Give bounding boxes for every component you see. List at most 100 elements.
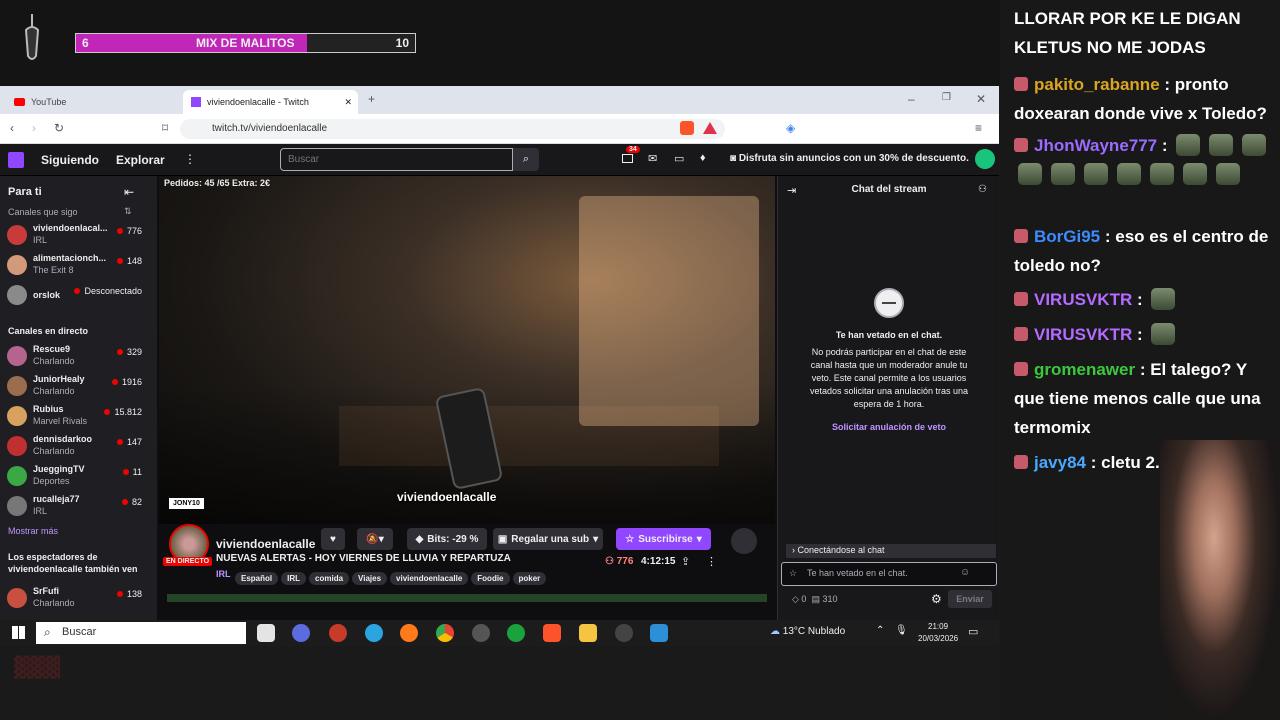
follow-heart-icon[interactable]: ♥	[321, 528, 345, 550]
reload-icon[interactable]: ↻	[54, 121, 64, 135]
stream-tag[interactable]: Español	[235, 572, 279, 585]
stream-tag[interactable]: Viajes	[352, 572, 388, 585]
notifications-bell-icon[interactable]: 🔕▾	[357, 528, 393, 550]
show-more-link[interactable]: Mostrar más	[8, 526, 58, 536]
chat-icon[interactable]: ▭	[674, 152, 684, 165]
hype-icon[interactable]	[731, 528, 757, 554]
chat-username: BorGi95	[1034, 227, 1101, 246]
channel-points[interactable]: ◇ 0 ▤ 310	[792, 594, 837, 605]
new-tab-icon[interactable]: +	[368, 92, 375, 106]
users-icon[interactable]: ⚇	[978, 184, 987, 195]
sort-icon[interactable]: ⇅	[124, 206, 132, 217]
forward-icon[interactable]: ›	[32, 121, 36, 135]
app-icon[interactable]	[292, 624, 310, 642]
share-icon[interactable]: ⇪	[681, 555, 690, 568]
chat-input[interactable]: ☆ Te han vetado en el chat. ☺	[781, 562, 997, 586]
file-explorer-icon[interactable]	[579, 624, 597, 642]
sidebar-channel[interactable]: JuniorHealy Charlando 1916	[7, 372, 142, 402]
badge-icon	[1014, 292, 1028, 306]
stream-tag[interactable]: IRL	[281, 572, 307, 585]
sidebar-channel[interactable]: JueggingTV Deportes 11	[7, 462, 142, 492]
sidebar-channel[interactable]: SrFufi Charlando 138	[7, 584, 142, 614]
stream-tag[interactable]: comida	[309, 572, 350, 585]
notifications-icon[interactable]: ▭	[968, 625, 978, 638]
stream-tag[interactable]: poker	[512, 572, 547, 585]
tray-chevron-icon[interactable]: ⌃	[876, 625, 884, 636]
twitch-logo-icon[interactable]	[8, 152, 24, 168]
search-icon[interactable]: ⌕	[513, 148, 539, 171]
channel-name[interactable]: viviendoenlacalle	[216, 537, 315, 551]
unban-request-link[interactable]: Solicitar anulación de veto	[778, 422, 1000, 432]
sidebar-channel[interactable]: viviendoenlacal... IRL 776	[7, 221, 142, 251]
search-input[interactable]	[280, 148, 513, 171]
more-options-icon[interactable]: ⋮	[184, 152, 196, 166]
channel-category: The Exit 8	[33, 265, 74, 275]
obs-icon[interactable]	[615, 624, 633, 642]
stream-category[interactable]: IRL	[216, 569, 231, 579]
windows-start-icon[interactable]	[12, 626, 25, 639]
media-player-icon[interactable]	[472, 624, 490, 642]
bits-button[interactable]: ◆ Bits: -29 %	[407, 528, 487, 550]
nav-following[interactable]: Siguiendo	[41, 153, 99, 167]
firefox-icon[interactable]	[400, 624, 418, 642]
nav-explore[interactable]: Explorar	[116, 153, 165, 167]
telegram-icon[interactable]	[365, 624, 383, 642]
url-field[interactable]: twitch.tv/viviendoenlacalle	[180, 119, 725, 139]
menu-icon[interactable]: ≡	[975, 121, 982, 135]
mail-icon[interactable]: ✉	[648, 152, 657, 165]
stream-info: ♥ 🔕▾ ◆ Bits: -29 % ▣ Regalar una sub ▾ ☆…	[159, 524, 775, 620]
app-icon[interactable]	[329, 624, 347, 642]
sidebar-channel[interactable]: orslok Desconectado	[7, 281, 142, 311]
gift-sub-button[interactable]: ▣ Regalar una sub ▾	[493, 528, 603, 550]
subscribe-button[interactable]: ☆ Suscribirse ▾	[616, 528, 711, 550]
app-icon[interactable]	[650, 624, 668, 642]
brave-icon[interactable]	[543, 624, 561, 642]
send-button[interactable]: Enviar	[948, 590, 992, 608]
sidebar-channel[interactable]: alimentacionch... The Exit 8 148	[7, 251, 142, 281]
back-icon[interactable]: ‹	[10, 121, 14, 135]
brave-shield-icon[interactable]	[680, 121, 694, 135]
sidebar-channel[interactable]: dennisdarkoo Charlando 147	[7, 432, 142, 462]
chat-badge-icon[interactable]: ☆	[789, 568, 797, 579]
close-window-icon[interactable]: ✕	[976, 92, 986, 106]
channel-avatar	[7, 285, 27, 305]
badge-icon	[1014, 327, 1028, 341]
stream-tag[interactable]: Foodie	[471, 572, 510, 585]
clock-time: 21:09	[928, 622, 949, 631]
youtube-icon	[14, 98, 25, 106]
clock-date: 20/03/2026	[918, 634, 959, 643]
video-overlay-text: Pedidos: 45 /65 Extra: 2€	[164, 178, 271, 188]
brave-rewards-icon[interactable]	[703, 122, 717, 134]
minimize-icon[interactable]: –	[908, 92, 915, 106]
maximize-icon[interactable]: ❐	[942, 92, 951, 103]
microphone-icon[interactable]: 🎙	[895, 625, 908, 636]
settings-icon[interactable]: ⚙	[931, 592, 942, 606]
clock[interactable]: 21:09 20/03/2026	[918, 621, 958, 645]
weather[interactable]: ☁ 13°C Nublado	[770, 626, 845, 637]
sidebar-channel[interactable]: rucalleja77 IRL 82	[7, 492, 142, 522]
emote-picker-icon[interactable]: ☺	[960, 567, 970, 578]
more-icon[interactable]: ⋮	[706, 555, 717, 568]
bookmark-icon[interactable]: ⌑	[162, 121, 168, 135]
tab-twitch[interactable]: viviendoenlacalle - Twitch ✕	[183, 90, 358, 114]
wallet-icon[interactable]: ◈	[786, 121, 795, 135]
crown-icon[interactable]: ♦	[700, 152, 706, 164]
channel-name: rucalleja77	[33, 494, 80, 504]
inbox-icon[interactable]	[622, 154, 633, 163]
collapse-sidebar-icon[interactable]: ⇤	[124, 185, 134, 199]
emote-icon	[1018, 163, 1042, 185]
user-avatar[interactable]	[975, 149, 995, 169]
stream-tag[interactable]: viviendoenlacalle	[390, 572, 469, 585]
store-icon[interactable]	[257, 624, 275, 642]
taskbar-search[interactable]: ⌕ Buscar	[36, 622, 246, 644]
tab-youtube[interactable]: YouTube	[6, 90, 176, 114]
sidebar-channel[interactable]: Rescue9 Charlando 329	[7, 342, 142, 372]
chat-message: pakito_rabanne : pronto doxearan donde v…	[1014, 75, 1267, 123]
close-tab-icon[interactable]: ✕	[344, 97, 352, 108]
video-player[interactable]: Pedidos: 45 /65 Extra: 2€ viviendoenlaca…	[159, 176, 775, 524]
xbox-icon[interactable]	[507, 624, 525, 642]
channel-viewers: Desconectado	[74, 286, 142, 296]
chrome-icon[interactable]	[436, 624, 454, 642]
ad-free-promo[interactable]: ◙ Disfruta sin anuncios con un 30% de de…	[730, 153, 969, 164]
sidebar-channel[interactable]: Rubius Marvel Rivals 15.812	[7, 402, 142, 432]
